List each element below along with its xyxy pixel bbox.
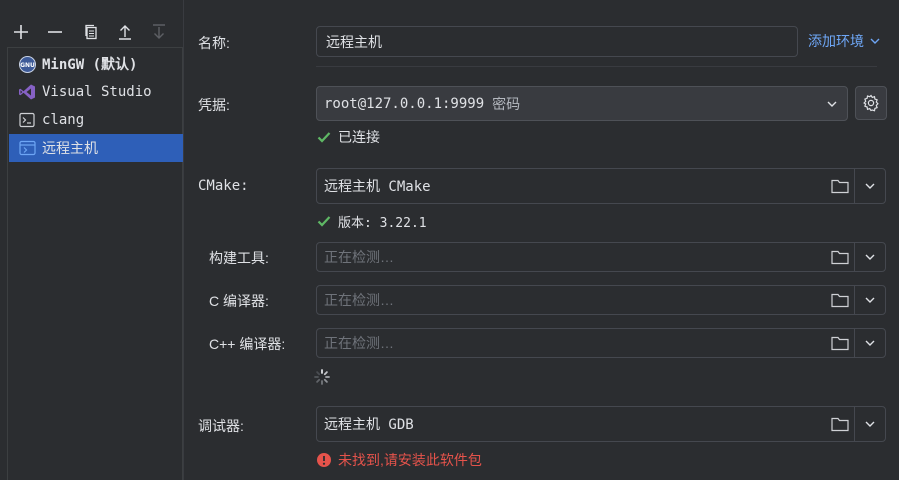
chevron-down-icon <box>865 340 875 346</box>
check-icon <box>316 129 332 145</box>
folder-icon[interactable] <box>831 416 849 432</box>
connection-status-text: 已连接 <box>338 129 380 145</box>
add-icon <box>14 25 28 39</box>
c-compiler-label: C 编译器: <box>209 293 269 309</box>
gnu-icon: GNU <box>18 55 36 73</box>
move-up-icon <box>119 25 131 40</box>
name-input[interactable]: 远程主机 <box>316 26 798 57</box>
name-label: 名称: <box>198 35 230 51</box>
add-environment-label: 添加环境 <box>808 33 864 49</box>
move-down-icon <box>153 24 165 39</box>
cmake-value: 远程主机 CMake <box>324 179 431 195</box>
build-tool-dropdown-button[interactable] <box>855 243 885 271</box>
move-down-button[interactable] <box>148 19 170 45</box>
c-compiler-select[interactable]: 正在检测… <box>316 285 886 315</box>
c-compiler-dropdown-button[interactable] <box>855 286 885 314</box>
toolchain-item-remote-host[interactable]: 远程主机 <box>9 134 183 162</box>
c-compiler-placeholder: 正在检测… <box>324 292 394 308</box>
gear-icon <box>863 94 879 112</box>
remove-button[interactable] <box>44 19 66 45</box>
cpp-compiler-select[interactable]: 正在检测… <box>316 328 886 358</box>
cpp-compiler-dropdown-button[interactable] <box>855 329 885 357</box>
section-divider <box>316 66 877 67</box>
c-compiler-field[interactable]: 正在检测… <box>317 286 855 314</box>
debugger-value: 远程主机 GDB <box>324 417 414 433</box>
check-icon <box>316 213 332 229</box>
cmake-version-status: 版本: 3.22.1 <box>316 211 427 231</box>
credentials-value-group: root@127.0.0.1:9999 密码 <box>324 87 520 120</box>
debugger-error-text: 未找到,请安装此软件包 <box>338 452 482 468</box>
cmake-field[interactable]: 远程主机 CMake <box>317 169 855 203</box>
build-tool-label: 构建工具: <box>209 250 269 266</box>
cmake-version-text: 版本: 3.22.1 <box>338 215 427 231</box>
toolchain-item-label: Visual Studio <box>42 84 152 100</box>
toolchain-sidebar: GNU MinGW (默认) Visual Studio clang 远程主机 <box>0 0 184 480</box>
svg-text:GNU: GNU <box>20 62 35 69</box>
terminal-icon <box>18 111 36 129</box>
build-tool-placeholder: 正在检测… <box>324 249 394 265</box>
debugger-label: 调试器: <box>198 418 244 434</box>
debugger-select[interactable]: 远程主机 GDB <box>316 406 886 442</box>
debugger-error-status: 未找到,请安装此软件包 <box>316 450 482 470</box>
debugger-dropdown-button[interactable] <box>855 407 885 441</box>
credentials-select[interactable]: root@127.0.0.1:9999 密码 <box>316 86 848 121</box>
connection-status: 已连接 <box>316 127 380 147</box>
credentials-label: 凭据: <box>198 97 230 113</box>
cpp-compiler-label: C++ 编译器: <box>209 336 286 352</box>
cpp-compiler-placeholder: 正在检测… <box>324 335 394 351</box>
copy-button[interactable] <box>80 19 102 45</box>
chevron-down-icon <box>870 38 880 44</box>
error-icon <box>316 452 332 468</box>
add-environment-link[interactable]: 添加环境 <box>808 32 881 50</box>
toolchain-item-mingw[interactable]: GNU MinGW (默认) <box>9 50 183 78</box>
cmake-label: CMake: <box>198 178 249 194</box>
cmake-select[interactable]: 远程主机 CMake <box>316 168 886 204</box>
credentials-settings-button[interactable] <box>855 86 887 120</box>
chevron-down-icon <box>865 297 875 303</box>
copy-icon <box>85 24 97 40</box>
chevron-down-icon <box>865 254 875 260</box>
toolchain-item-label: clang <box>42 112 85 128</box>
build-tool-field[interactable]: 正在检测… <box>317 243 855 271</box>
toolchain-item-clang[interactable]: clang <box>9 106 183 134</box>
folder-icon[interactable] <box>831 292 849 308</box>
credentials-auth-type: 密码 <box>492 95 521 112</box>
loading-spinner-icon <box>314 369 330 385</box>
debugger-field[interactable]: 远程主机 GDB <box>317 407 855 441</box>
folder-icon[interactable] <box>831 335 849 351</box>
toolchain-item-visual-studio[interactable]: Visual Studio <box>9 78 183 106</box>
remote-host-icon <box>18 139 36 157</box>
visual-studio-icon <box>18 83 36 101</box>
build-tool-select[interactable]: 正在检测… <box>316 242 886 272</box>
folder-icon[interactable] <box>831 249 849 265</box>
chevron-down-icon <box>865 183 875 189</box>
sidebar-divider <box>183 0 184 480</box>
chevron-down-icon <box>865 421 875 427</box>
toolchain-list: GNU MinGW (默认) Visual Studio clang 远程主机 <box>7 47 183 480</box>
add-button[interactable] <box>10 19 32 45</box>
toolchain-item-label: 远程主机 <box>42 140 98 156</box>
credentials-value: root@127.0.0.1:9999 <box>324 95 485 112</box>
chevron-down-icon <box>827 101 837 107</box>
cpp-compiler-field[interactable]: 正在检测… <box>317 329 855 357</box>
cmake-dropdown-button[interactable] <box>855 169 885 203</box>
toolchain-item-label: MinGW (默认) <box>42 57 138 73</box>
folder-icon[interactable] <box>831 178 849 194</box>
move-up-button[interactable] <box>114 19 136 45</box>
remove-icon <box>48 31 62 33</box>
name-value: 远程主机 <box>326 33 382 50</box>
